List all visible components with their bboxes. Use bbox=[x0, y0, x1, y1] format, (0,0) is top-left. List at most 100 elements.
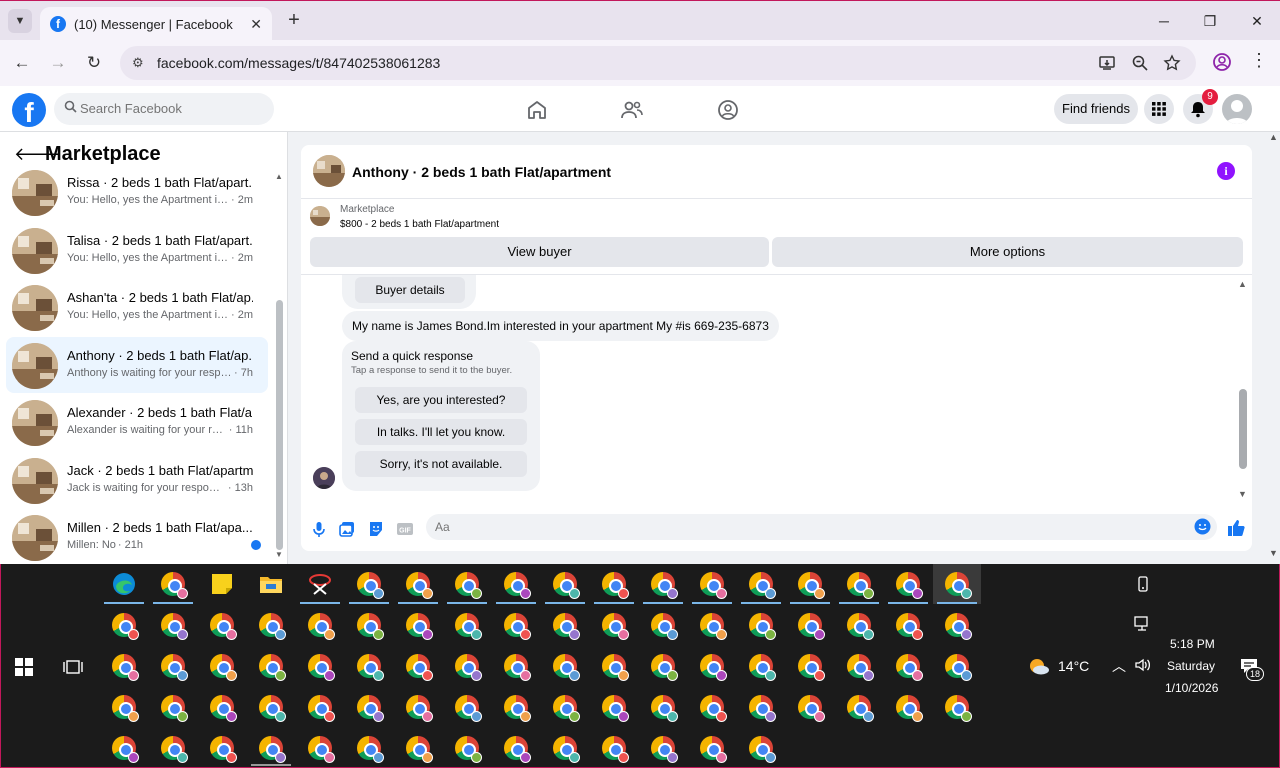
chrome-profile-icon[interactable] bbox=[1212, 52, 1232, 72]
page-scroll-up-icon[interactable]: ▲ bbox=[1269, 132, 1278, 142]
back-icon[interactable]: ← bbox=[10, 51, 34, 75]
browser-tab[interactable]: f (10) Messenger | Facebook ✕ bbox=[40, 7, 272, 41]
facebook-logo[interactable]: f bbox=[12, 93, 46, 127]
view-buyer-button[interactable]: View buyer bbox=[310, 237, 769, 267]
chrome-window-icon[interactable] bbox=[551, 611, 580, 640]
chrome-window-icon[interactable] bbox=[649, 611, 678, 640]
chrome-window-icon[interactable] bbox=[845, 652, 874, 681]
facebook-search[interactable] bbox=[54, 93, 274, 125]
chrome-window-icon[interactable] bbox=[551, 570, 580, 599]
chrome-window-icon[interactable] bbox=[845, 611, 874, 640]
chrome-window-icon[interactable] bbox=[698, 734, 727, 763]
chrome-window-icon[interactable] bbox=[404, 734, 433, 763]
sticker-icon[interactable] bbox=[367, 520, 385, 538]
gif-icon[interactable]: GIF bbox=[396, 520, 414, 538]
chat-scrollbar[interactable]: ▲ ▼ bbox=[1237, 279, 1249, 501]
chrome-window-icon[interactable] bbox=[159, 611, 188, 640]
chrome-window-icon[interactable] bbox=[600, 570, 629, 599]
weather-temperature[interactable]: 14°C bbox=[1058, 658, 1089, 674]
chrome-window-icon[interactable] bbox=[502, 570, 531, 599]
chrome-window-icon[interactable] bbox=[796, 693, 825, 722]
chrome-window-icon[interactable] bbox=[453, 611, 482, 640]
chrome-window-icon[interactable] bbox=[600, 611, 629, 640]
chrome-window-icon[interactable] bbox=[747, 570, 776, 599]
sidebar-scrollbar[interactable]: ▲ ▼ bbox=[275, 172, 283, 560]
chrome-window-icon[interactable] bbox=[943, 652, 972, 681]
chrome-window-icon[interactable] bbox=[649, 652, 678, 681]
chrome-window-icon[interactable] bbox=[894, 693, 923, 722]
more-options-button[interactable]: More options bbox=[772, 237, 1243, 267]
chrome-window-icon[interactable] bbox=[649, 693, 678, 722]
restore-window-button[interactable]: ❐ bbox=[1187, 7, 1233, 35]
close-window-button[interactable]: ✕ bbox=[1234, 7, 1280, 35]
chrome-window-icon[interactable] bbox=[110, 734, 139, 763]
chrome-window-icon[interactable] bbox=[747, 734, 776, 763]
sidebar-scroll-thumb[interactable] bbox=[276, 300, 283, 550]
chrome-window-icon[interactable] bbox=[257, 652, 286, 681]
sticky-notes-icon[interactable] bbox=[208, 570, 236, 598]
emoji-icon[interactable] bbox=[1194, 518, 1211, 535]
chrome-window-icon[interactable] bbox=[747, 652, 776, 681]
chrome-window-icon[interactable] bbox=[698, 652, 727, 681]
clock-day[interactable]: Saturday bbox=[1167, 659, 1215, 673]
conversation-item[interactable]: Rissa · 2 beds 1 bath Flat/apart... You: … bbox=[6, 164, 268, 220]
clock-date[interactable]: 1/10/2026 bbox=[1165, 681, 1218, 695]
chrome-window-icon[interactable] bbox=[110, 611, 139, 640]
find-friends-button[interactable]: Find friends bbox=[1054, 94, 1138, 124]
chrome-window-icon[interactable] bbox=[943, 693, 972, 722]
chrome-window-icon[interactable] bbox=[306, 611, 335, 640]
chrome-window-icon[interactable] bbox=[355, 652, 384, 681]
chrome-window-icon[interactable] bbox=[600, 693, 629, 722]
file-explorer-icon[interactable] bbox=[257, 570, 285, 598]
chrome-window-icon[interactable] bbox=[110, 652, 139, 681]
chrome-window-icon[interactable] bbox=[257, 611, 286, 640]
show-hidden-icons-chevron-up-icon[interactable]: ︿ bbox=[1112, 656, 1126, 676]
site-info-icon[interactable]: ⚙ bbox=[132, 55, 144, 71]
chrome-window-icon[interactable] bbox=[551, 693, 580, 722]
chrome-window-icon[interactable] bbox=[796, 570, 825, 599]
photo-icon[interactable] bbox=[338, 520, 356, 538]
network-display-icon[interactable] bbox=[1134, 616, 1152, 632]
chrome-window-icon[interactable] bbox=[453, 734, 482, 763]
chrome-window-icon[interactable] bbox=[747, 611, 776, 640]
address-bar[interactable]: ⚙ facebook.com/messages/t/84740253806128… bbox=[120, 46, 1196, 80]
chrome-window-icon[interactable] bbox=[747, 693, 776, 722]
bookmark-star-icon[interactable] bbox=[1163, 54, 1181, 72]
minimize-window-button[interactable]: ─ bbox=[1141, 7, 1187, 35]
friends-icon[interactable] bbox=[620, 98, 644, 122]
info-icon[interactable]: i bbox=[1217, 162, 1235, 180]
scroll-up-icon[interactable]: ▲ bbox=[1238, 279, 1247, 289]
chrome-window-icon[interactable] bbox=[894, 611, 923, 640]
chrome-window-icon[interactable] bbox=[355, 734, 384, 763]
weather-icon[interactable] bbox=[1027, 656, 1051, 676]
groups-icon[interactable] bbox=[716, 98, 740, 122]
conversation-item[interactable]: Jack · 2 beds 1 bath Flat/apartm... Jack … bbox=[6, 452, 268, 508]
sender-avatar[interactable] bbox=[313, 467, 335, 489]
chrome-window-icon[interactable] bbox=[257, 734, 286, 763]
chrome-window-icon[interactable] bbox=[502, 652, 531, 681]
chrome-menu-icon[interactable]: ⋮ bbox=[1250, 50, 1268, 71]
chrome-window-icon[interactable] bbox=[698, 570, 727, 599]
chrome-window-icon[interactable] bbox=[453, 652, 482, 681]
chrome-window-icon[interactable] bbox=[355, 693, 384, 722]
chrome-window-icon[interactable] bbox=[649, 570, 678, 599]
new-tab-button[interactable]: + bbox=[282, 9, 306, 33]
quick-reply-button[interactable]: Sorry, it's not available. bbox=[355, 451, 527, 477]
url-text[interactable]: facebook.com/messages/t/847402538061283 bbox=[157, 55, 440, 71]
chrome-window-icon[interactable] bbox=[502, 734, 531, 763]
menu-grid-button[interactable] bbox=[1144, 94, 1174, 124]
chrome-window-icon[interactable] bbox=[159, 734, 188, 763]
chrome-window-icon[interactable] bbox=[453, 693, 482, 722]
chrome-window-icon[interactable] bbox=[943, 611, 972, 640]
microphone-icon[interactable] bbox=[310, 520, 328, 538]
chrome-window-icon[interactable] bbox=[208, 693, 237, 722]
chrome-window-icon[interactable] bbox=[306, 734, 335, 763]
chrome-window-icon[interactable] bbox=[845, 693, 874, 722]
install-app-icon[interactable] bbox=[1098, 54, 1116, 72]
chrome-window-icon[interactable] bbox=[110, 693, 139, 722]
home-icon[interactable] bbox=[525, 98, 549, 122]
chrome-window-icon[interactable] bbox=[551, 652, 580, 681]
scroll-down-icon[interactable]: ▼ bbox=[1238, 489, 1247, 499]
quick-reply-button[interactable]: In talks. I'll let you know. bbox=[355, 419, 527, 445]
reload-icon[interactable]: ↻ bbox=[82, 51, 106, 75]
